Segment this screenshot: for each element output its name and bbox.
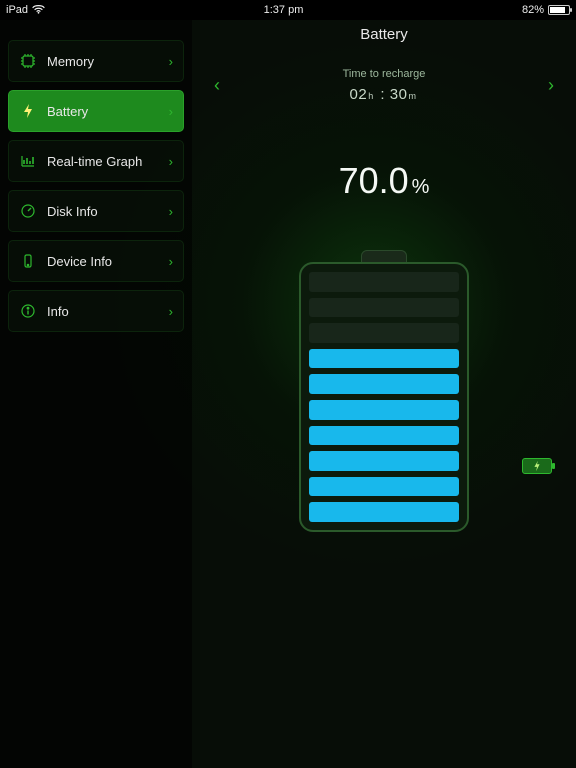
battery-percentage-value: 70.0 bbox=[339, 160, 409, 201]
sidebar-item-label: Disk Info bbox=[47, 204, 159, 219]
bolt-icon bbox=[19, 102, 37, 120]
battery-percentage: 70.0% bbox=[192, 160, 576, 202]
sidebar-item-label: Memory bbox=[47, 54, 159, 69]
battery-bar bbox=[309, 426, 459, 446]
sidebar-item-realtime-graph[interactable]: Real-time Graph › bbox=[8, 140, 184, 182]
carousel-next-button[interactable]: › bbox=[542, 69, 560, 102]
status-device-label: iPad bbox=[6, 4, 28, 16]
recharge-time: 02h : 30m bbox=[343, 86, 426, 103]
battery-tip bbox=[361, 250, 407, 262]
hours-unit: h bbox=[368, 91, 374, 101]
info-icon bbox=[19, 302, 37, 320]
time-separator: : bbox=[380, 86, 385, 103]
sidebar-item-label: Battery bbox=[47, 104, 159, 119]
sidebar-item-label: Real-time Graph bbox=[47, 154, 159, 169]
device-icon bbox=[19, 252, 37, 270]
percent-sign: % bbox=[412, 176, 430, 198]
battery-status-icon bbox=[548, 5, 570, 15]
chevron-right-icon: › bbox=[169, 254, 173, 269]
sidebar-item-memory[interactable]: Memory › bbox=[8, 40, 184, 82]
status-battery-pct: 82% bbox=[522, 4, 544, 16]
sidebar: Memory › Battery › Real-time Graph › Dis… bbox=[0, 20, 192, 768]
chevron-right-icon: › bbox=[169, 154, 173, 169]
sidebar-item-device-info[interactable]: Device Info › bbox=[8, 240, 184, 282]
carousel-prev-button[interactable]: ‹ bbox=[208, 69, 226, 102]
sidebar-item-label: Info bbox=[47, 304, 159, 319]
app-container: Memory › Battery › Real-time Graph › Dis… bbox=[0, 20, 576, 768]
chevron-right-icon: › bbox=[169, 304, 173, 319]
carousel-center: Time to recharge 02h : 30m bbox=[343, 68, 426, 103]
charging-indicator-icon bbox=[522, 458, 552, 474]
battery-bar bbox=[309, 272, 459, 292]
sidebar-item-battery[interactable]: Battery › bbox=[8, 90, 184, 132]
chip-icon bbox=[19, 52, 37, 70]
battery-bar bbox=[309, 502, 459, 522]
sidebar-item-disk-info[interactable]: Disk Info › bbox=[8, 190, 184, 232]
recharge-caption: Time to recharge bbox=[343, 68, 426, 80]
recharge-hours: 02 bbox=[350, 86, 368, 103]
battery-status-fill bbox=[550, 7, 565, 13]
gauge-icon bbox=[19, 202, 37, 220]
page-title: Battery bbox=[192, 26, 576, 43]
recharge-minutes: 30 bbox=[390, 86, 408, 103]
chevron-right-icon: › bbox=[169, 204, 173, 219]
wifi-icon bbox=[32, 4, 45, 17]
battery-bar bbox=[309, 349, 459, 369]
status-right: 82% bbox=[522, 4, 570, 16]
battery-body bbox=[299, 262, 469, 532]
chevron-right-icon: › bbox=[169, 54, 173, 69]
battery-bar bbox=[309, 298, 459, 318]
main-panel: Battery ‹ Time to recharge 02h : 30m › 7… bbox=[192, 20, 576, 768]
battery-bar bbox=[309, 451, 459, 471]
battery-bar bbox=[309, 477, 459, 497]
minutes-unit: m bbox=[408, 91, 416, 101]
graph-icon bbox=[19, 152, 37, 170]
sidebar-item-info[interactable]: Info › bbox=[8, 290, 184, 332]
status-left: iPad bbox=[6, 4, 45, 17]
recharge-carousel: ‹ Time to recharge 02h : 30m › bbox=[192, 68, 576, 103]
battery-bar bbox=[309, 323, 459, 343]
chevron-right-icon: › bbox=[169, 104, 173, 119]
status-time: 1:37 pm bbox=[264, 4, 304, 16]
battery-bar bbox=[309, 400, 459, 420]
battery-graphic bbox=[299, 250, 469, 532]
status-bar: iPad 1:37 pm 82% bbox=[0, 0, 576, 20]
sidebar-item-label: Device Info bbox=[47, 254, 159, 269]
battery-bar bbox=[309, 374, 459, 394]
